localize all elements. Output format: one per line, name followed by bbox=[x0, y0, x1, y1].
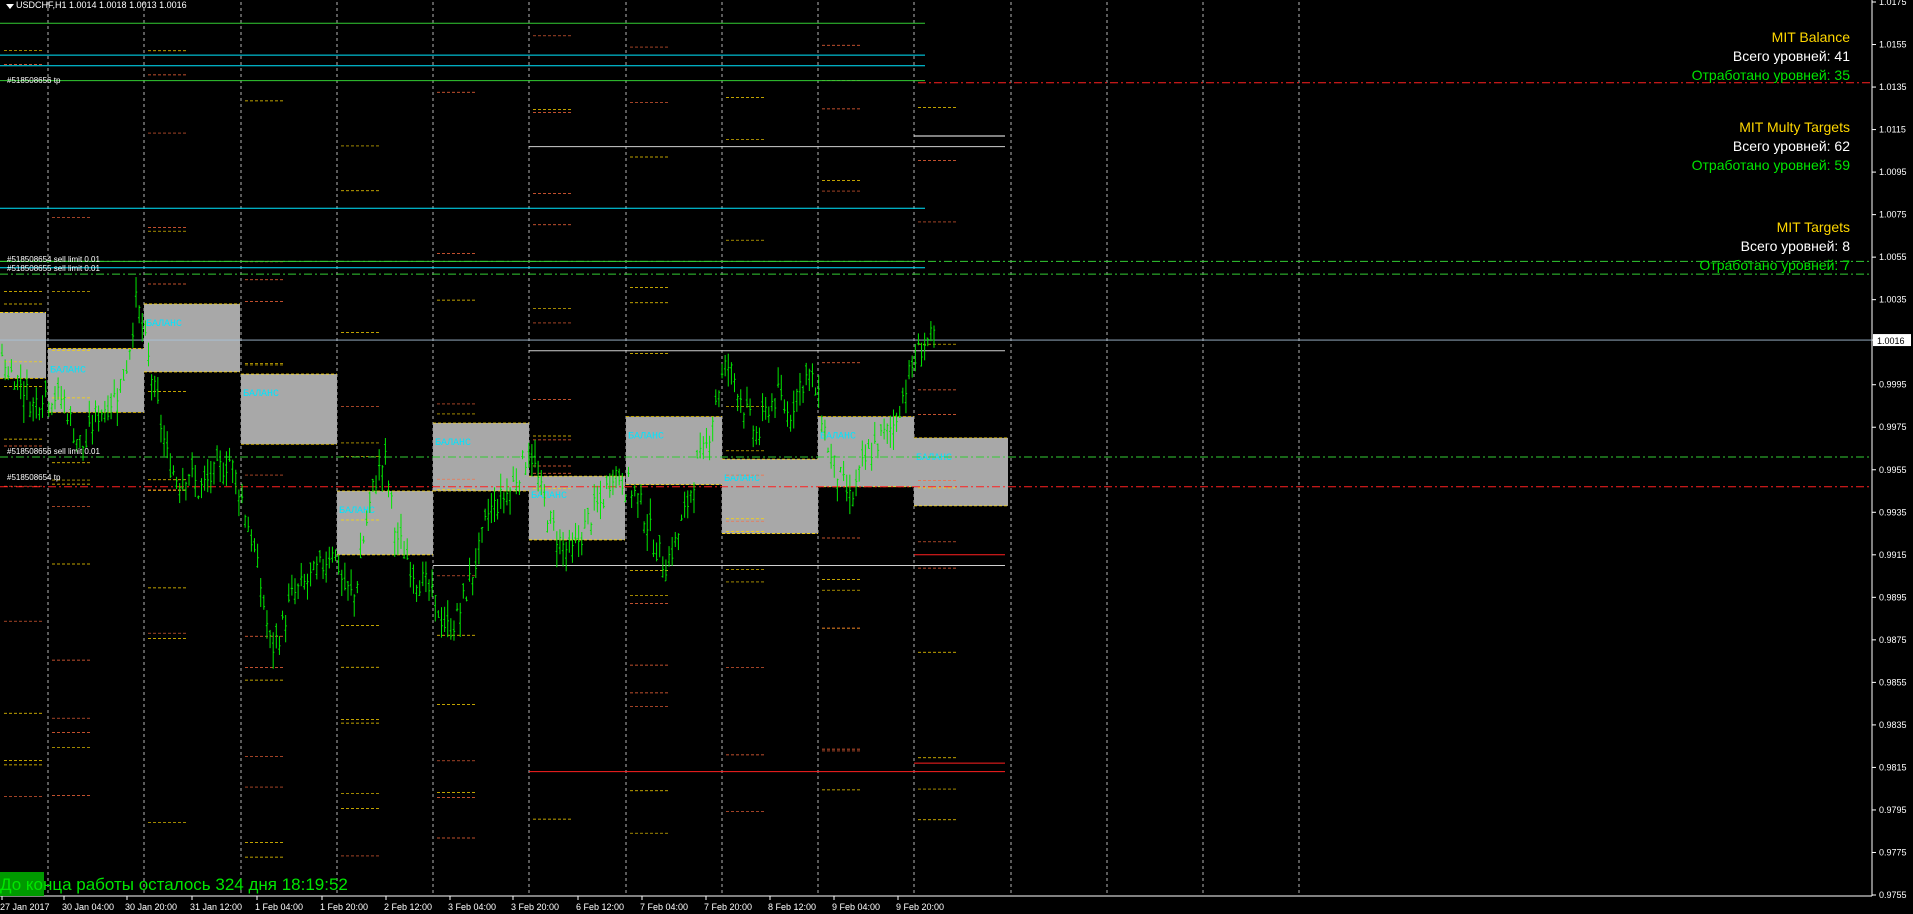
countdown-text: До конца работы осталось 324 дня 18:19:5… bbox=[0, 875, 348, 894]
price-axis-label: 0.9995 bbox=[1879, 380, 1907, 390]
time-axis-label: 3 Feb 04:00 bbox=[448, 902, 496, 912]
price-axis-label: 0.9835 bbox=[1879, 720, 1907, 730]
panel-mit-balance: MIT Balance Всего уровней: 41 Отработано… bbox=[1692, 28, 1850, 85]
order-label-sell-limit-655[interactable]: #518508655 sell limit 0.01 bbox=[7, 264, 100, 273]
chart-window[interactable]: БАЛАНС БАЛАНС БАЛАНС БАЛАНС БАЛАНС БАЛАНС БАЛА… bbox=[0, 0, 1913, 914]
panel-total: Всего уровней: 8 bbox=[1740, 238, 1850, 254]
time-axis-label: 1 Feb 20:00 bbox=[320, 902, 368, 912]
balance-label: БАЛАНС bbox=[50, 366, 86, 377]
order-label-sell-limit-656[interactable]: #518508656 sell limit 0.01 bbox=[7, 447, 100, 456]
order-label-tp-656[interactable]: #518508656 tp bbox=[7, 76, 60, 85]
time-axis-label: 7 Feb 20:00 bbox=[704, 902, 752, 912]
panel-done: Отработано уровней: 59 bbox=[1691, 157, 1850, 173]
price-axis-label: 0.9755 bbox=[1879, 890, 1907, 900]
time-axis-label: 9 Feb 04:00 bbox=[832, 902, 880, 912]
panel-total: Всего уровней: 62 bbox=[1732, 138, 1850, 154]
balance-zone bbox=[144, 303, 240, 372]
panel-done: Отработано уровней: 7 bbox=[1699, 257, 1850, 273]
price-axis-label: 0.9955 bbox=[1879, 465, 1907, 475]
balance-label: БАЛАНС bbox=[531, 491, 567, 502]
panel-title: MIT Balance bbox=[1771, 29, 1850, 45]
panel-mit-multy-targets: MIT Multy Targets Всего уровней: 62 Отра… bbox=[1692, 118, 1850, 175]
chart-menu-icon[interactable] bbox=[6, 4, 14, 9]
panel-title: MIT Multy Targets bbox=[1739, 119, 1850, 135]
price-axis-label: 0.9875 bbox=[1879, 635, 1907, 645]
price-axis-background bbox=[1872, 0, 1913, 914]
price-axis-label: 1.0035 bbox=[1879, 295, 1907, 305]
time-axis-label: 27 Jan 2017 bbox=[0, 902, 50, 912]
chart-title: USDCHF,H1 1.0014 1.0018 1.0013 1.0016 bbox=[2, 0, 187, 10]
balance-zone bbox=[241, 374, 337, 445]
time-axis-label: 30 Jan 20:00 bbox=[125, 902, 177, 912]
panel-done: Отработано уровней: 35 bbox=[1691, 67, 1850, 83]
price-axis-label: 1.0155 bbox=[1879, 40, 1907, 50]
balance-label: БАЛАНС bbox=[435, 438, 471, 449]
panel-title: MIT Targets bbox=[1776, 219, 1850, 235]
balance-label: БАЛАНС bbox=[146, 319, 182, 330]
balance-label: БАЛАНС bbox=[916, 453, 952, 464]
price-axis-label: 0.9795 bbox=[1879, 805, 1907, 815]
balance-zone bbox=[818, 416, 914, 487]
balance-label: БАЛАНС bbox=[243, 389, 279, 400]
price-axis-label: 1.0055 bbox=[1879, 252, 1907, 262]
time-axis-label: 7 Feb 04:00 bbox=[640, 902, 688, 912]
panel-mit-targets: MIT Targets Всего уровней: 8 Отработано … bbox=[1699, 218, 1850, 275]
balance-zone bbox=[529, 476, 625, 540]
price-axis-label: 0.9895 bbox=[1879, 592, 1907, 602]
time-axis-label: 8 Feb 12:00 bbox=[768, 902, 816, 912]
price-chart[interactable]: БАЛАНС БАЛАНС БАЛАНС БАЛАНС БАЛАНС БАЛАНС БАЛА… bbox=[0, 0, 1913, 914]
time-axis-label: 6 Feb 12:00 bbox=[576, 902, 624, 912]
price-axis-label: 1.0115 bbox=[1879, 125, 1906, 135]
price-axis-label: 0.9975 bbox=[1879, 422, 1907, 432]
time-axis-label: 30 Jan 04:00 bbox=[62, 902, 114, 912]
balance-zone bbox=[0, 312, 46, 379]
time-axis-label: 1 Feb 04:00 bbox=[255, 902, 303, 912]
price-axis-label: 0.9855 bbox=[1879, 677, 1907, 687]
price-axis-label: 0.9935 bbox=[1879, 507, 1907, 517]
balance-zone bbox=[722, 459, 818, 534]
time-axis-label: 2 Feb 12:00 bbox=[384, 902, 432, 912]
panel-total: Всего уровней: 41 bbox=[1732, 48, 1850, 64]
balance-label: БАЛАНС bbox=[628, 432, 664, 443]
price-axis-label: 0.9815 bbox=[1879, 762, 1907, 772]
balance-zone bbox=[337, 491, 433, 555]
time-axis-label: 3 Feb 20:00 bbox=[511, 902, 559, 912]
price-axis-label: 1.0175 bbox=[1879, 0, 1907, 7]
current-price-label: 1.0016 bbox=[1877, 336, 1905, 346]
price-axis-label: 1.0075 bbox=[1879, 210, 1907, 220]
order-label-tp-654[interactable]: #518508654 tp bbox=[7, 473, 60, 482]
price-axis-label: 0.9915 bbox=[1879, 550, 1907, 560]
price-axis-label: 1.0135 bbox=[1879, 82, 1907, 92]
balance-label: БАЛАНС bbox=[724, 474, 760, 485]
time-axis-label: 31 Jan 12:00 bbox=[190, 902, 242, 912]
price-axis-label: 1.0095 bbox=[1879, 167, 1907, 177]
balance-zone bbox=[626, 416, 722, 485]
balance-zone bbox=[914, 437, 1008, 506]
time-axis-label: 9 Feb 20:00 bbox=[896, 902, 944, 912]
price-axis-label: 0.9775 bbox=[1879, 847, 1907, 857]
order-label-sell-limit-654[interactable]: #518508654 sell limit 0.01 bbox=[7, 255, 100, 264]
